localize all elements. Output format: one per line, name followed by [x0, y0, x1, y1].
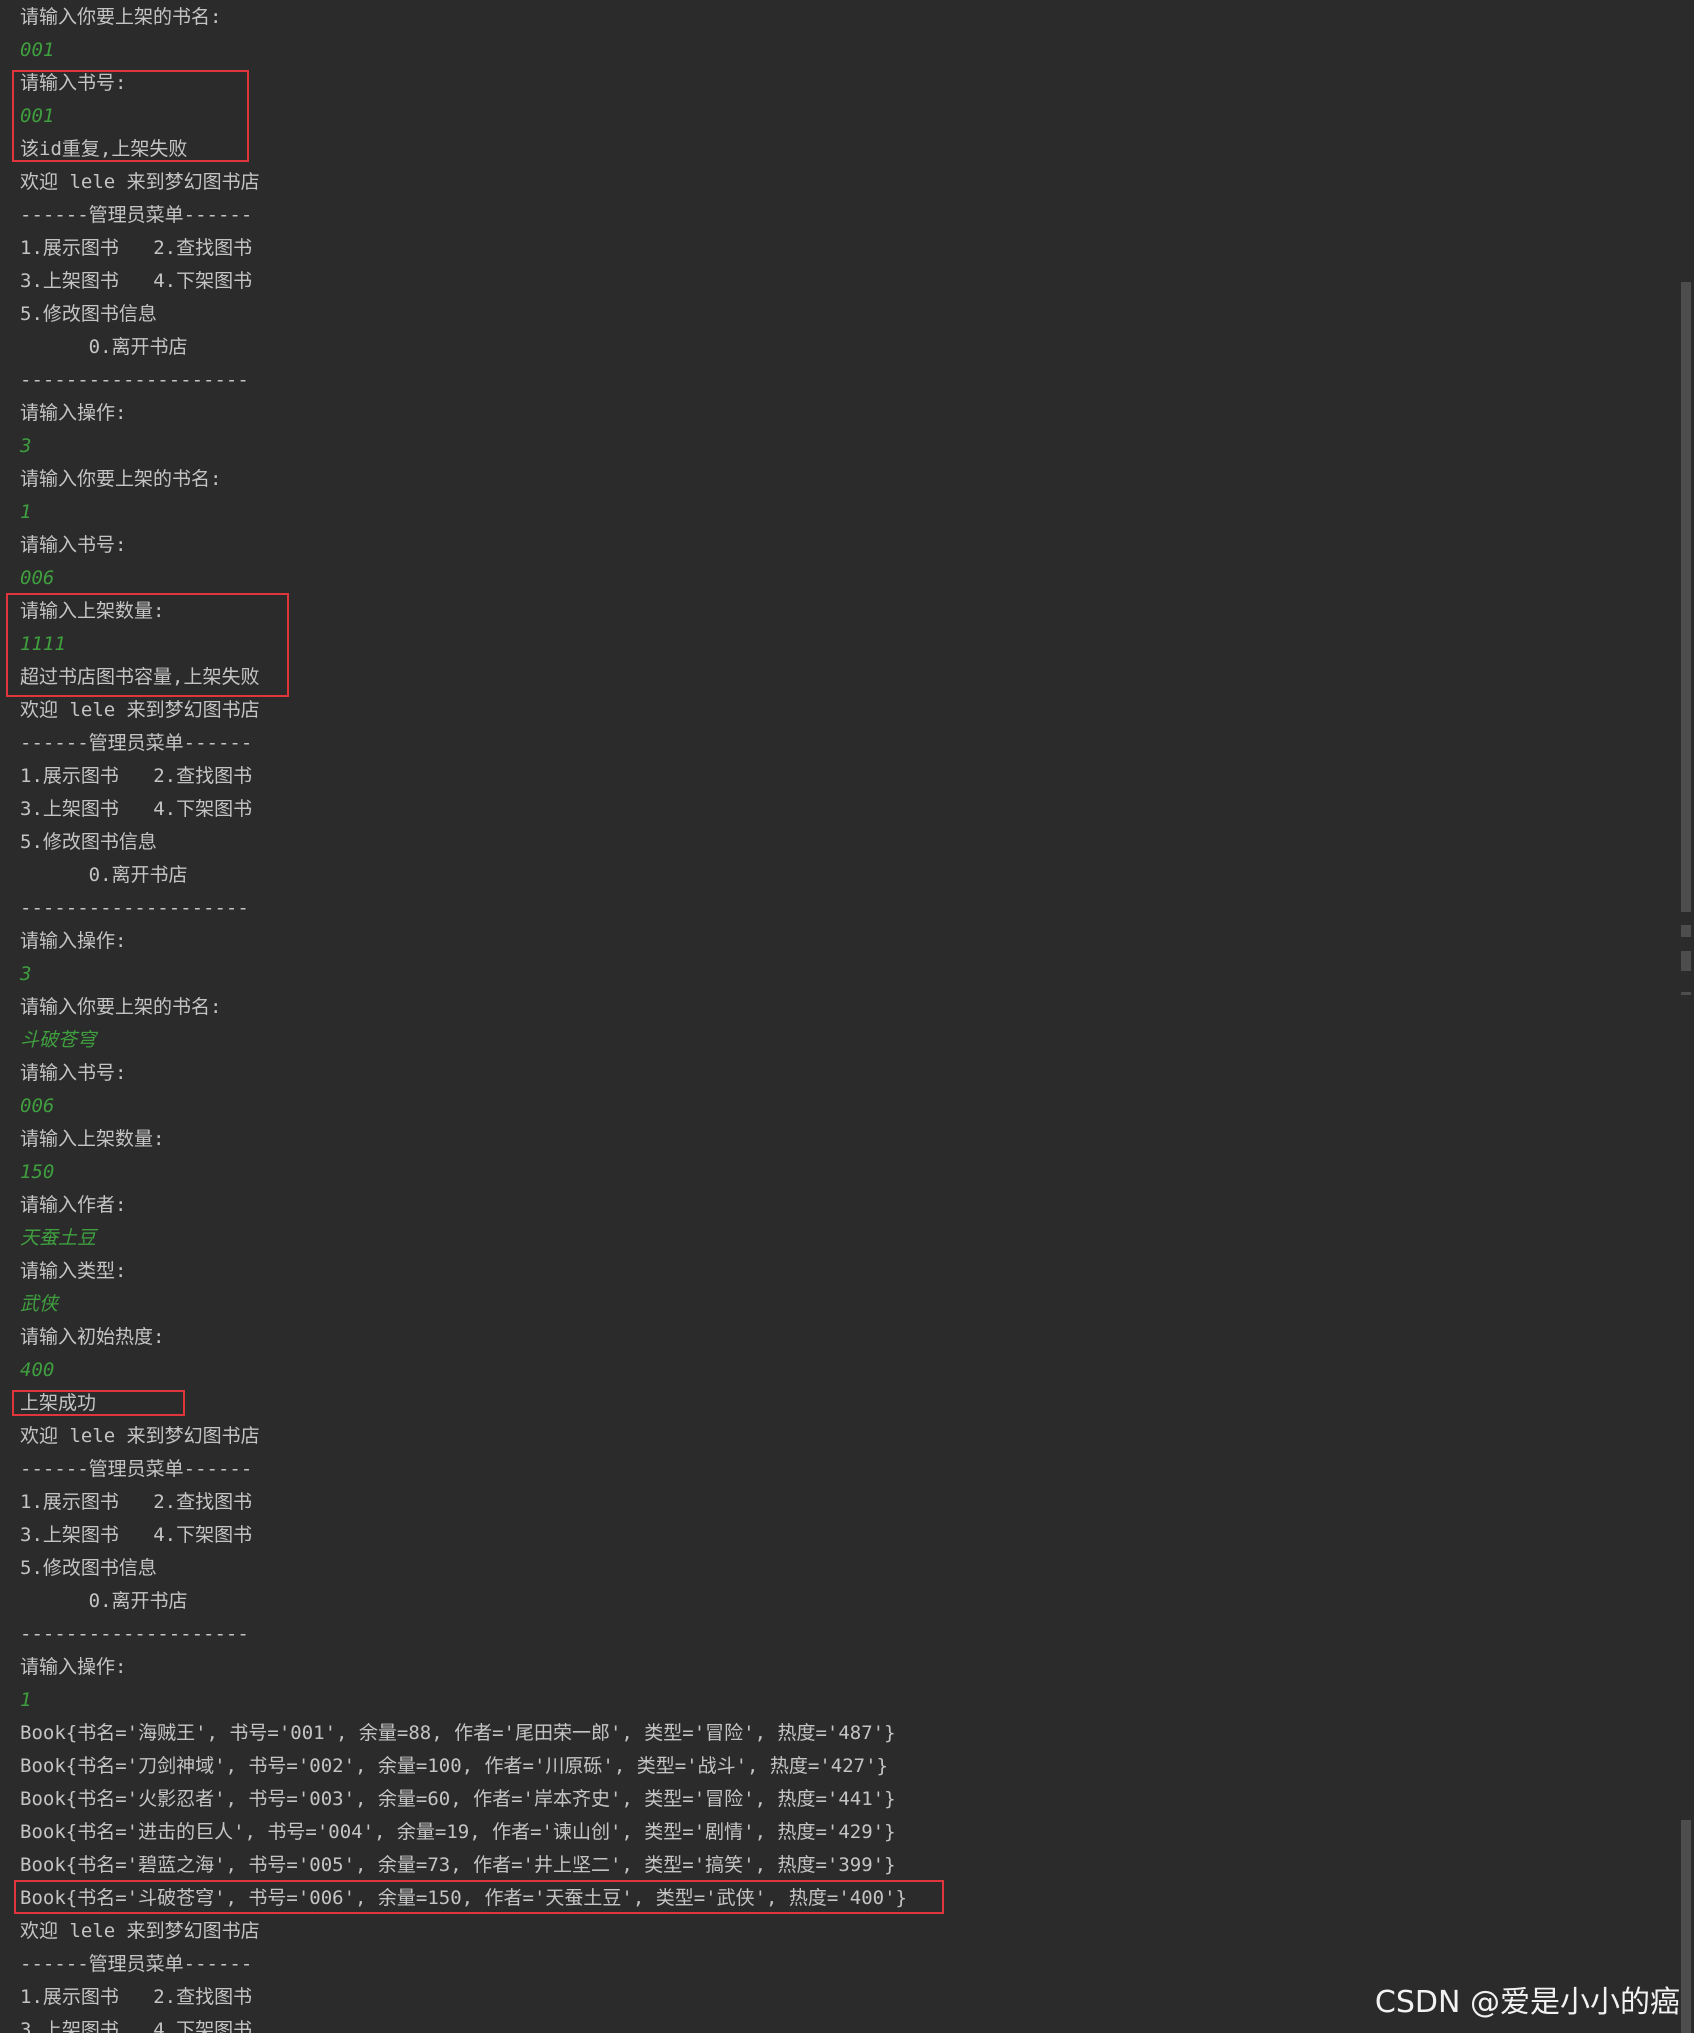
console-output-line: 请输入类型: — [20, 1260, 127, 1282]
console-output-line: ------管理员菜单------ — [20, 732, 253, 754]
console-output-line: 3.上架图书 4.下架图书 — [20, 270, 253, 292]
console-output-line: 1.展示图书 2.查找图书 — [20, 765, 253, 787]
console-input-line: 1 — [20, 1689, 32, 1711]
console-input-line: 150 — [20, 1161, 55, 1183]
console-output-line: 请输入你要上架的书名: — [20, 6, 222, 28]
console-input-line: 006 — [20, 567, 55, 589]
console-output-line: 5.修改图书信息 — [20, 831, 157, 853]
console-output-line: 0.离开书店 — [20, 864, 188, 886]
console-output-line: -------------------- — [20, 1623, 249, 1645]
console-output-line: 5.修改图书信息 — [20, 303, 157, 325]
console-output-line: 请输入书号: — [20, 1062, 127, 1084]
console-output-line: 请输入书号: — [20, 72, 127, 94]
console-output-line: Book{书名='斗破苍穹', 书号='006', 余量=150, 作者='天蚕… — [20, 1887, 907, 1909]
console-output-line: 欢迎 lele 来到梦幻图书店 — [20, 1425, 260, 1447]
console-output-line: -------------------- — [20, 369, 249, 391]
scrollbar-thumb[interactable] — [1681, 1820, 1691, 2033]
console-output-line: 1.展示图书 2.查找图书 — [20, 1986, 253, 2008]
scrollbar-marker — [1681, 925, 1691, 937]
console-output-line: 上架成功 — [20, 1392, 97, 1414]
console-output-line: Book{书名='进击的巨人', 书号='004', 余量=19, 作者='谏山… — [20, 1821, 896, 1843]
console-output-line: 请输入操作: — [20, 402, 127, 424]
console-input-line: 400 — [20, 1359, 55, 1381]
console-output-line: ------管理员菜单------ — [20, 1953, 253, 1975]
console-output-line: ------管理员菜单------ — [20, 1458, 253, 1480]
console-input-line: 3 — [20, 435, 32, 457]
console-output-line: Book{书名='碧蓝之海', 书号='005', 余量=73, 作者='井上坚… — [20, 1854, 896, 1876]
console-output-line: 请输入上架数量: — [20, 1128, 165, 1150]
console-output-line: ------管理员菜单------ — [20, 204, 253, 226]
console-output-line: 请输入上架数量: — [20, 600, 165, 622]
console-output-line: Book{书名='刀剑神域', 书号='002', 余量=100, 作者='川原… — [20, 1755, 888, 1777]
console-output-line: 请输入操作: — [20, 930, 127, 952]
console-input-line: 武侠 — [20, 1293, 59, 1315]
console-input-line: 006 — [20, 1095, 55, 1117]
console-output-line: 该id重复,上架失败 — [20, 138, 188, 160]
console-output-line: 请输入操作: — [20, 1656, 127, 1678]
scrollbar-marker — [1681, 951, 1691, 971]
console-input-line: 斗破苍穹 — [20, 1029, 97, 1051]
console-output-line: 3.上架图书 4.下架图书 — [20, 798, 253, 820]
console-output-line: Book{书名='海贼王', 书号='001', 余量=88, 作者='尾田荣一… — [20, 1722, 896, 1744]
console-input-line: 天蚕土豆 — [20, 1227, 97, 1249]
console-output[interactable]: 请输入你要上架的书名: 001 请输入书号: 001 该id重复,上架失败欢迎 lele… — [0, 0, 1678, 2033]
console-output-line: 1.展示图书 2.查找图书 — [20, 237, 253, 259]
console-output-line: -------------------- — [20, 897, 249, 919]
console-output-line: 1.展示图书 2.查找图书 — [20, 1491, 253, 1513]
console-output-line: 欢迎 lele 来到梦幻图书店 — [20, 699, 260, 721]
console-input-line: 001 — [20, 39, 55, 61]
console-output-line: 请输入你要上架的书名: — [20, 996, 222, 1018]
console-output-line: 3.上架图书 4.下架图书 — [20, 2019, 253, 2033]
console-input-line: 001 — [20, 105, 55, 127]
console-output-line: 0.离开书店 — [20, 336, 188, 358]
console-input-line: 3 — [20, 963, 32, 985]
console-output-line: 请输入你要上架的书名: — [20, 468, 222, 490]
console-output-line: 超过书店图书容量,上架失败 — [20, 666, 260, 688]
console-output-line: 请输入书号: — [20, 534, 127, 556]
console-output-line: 5.修改图书信息 — [20, 1557, 157, 1579]
scrollbar-track-segment — [1681, 282, 1691, 912]
console-output-line: 3.上架图书 4.下架图书 — [20, 1524, 253, 1546]
vertical-scrollbar[interactable] — [1678, 0, 1694, 2033]
console-input-line: 1 — [20, 501, 32, 523]
console-output-line: 欢迎 lele 来到梦幻图书店 — [20, 1920, 260, 1942]
console-output-line: Book{书名='火影忍者', 书号='003', 余量=60, 作者='岸本齐… — [20, 1788, 896, 1810]
csdn-watermark: CSDN @爱是小小的癌 — [1374, 1985, 1680, 2020]
console-output-line: 请输入初始热度: — [20, 1326, 165, 1348]
console-output-line: 欢迎 lele 来到梦幻图书店 — [20, 171, 260, 193]
console-input-line: 1111 — [20, 633, 66, 655]
scrollbar-marker — [1681, 992, 1691, 995]
console-output-line: 0.离开书店 — [20, 1590, 188, 1612]
console-output-line: 请输入作者: — [20, 1194, 127, 1216]
